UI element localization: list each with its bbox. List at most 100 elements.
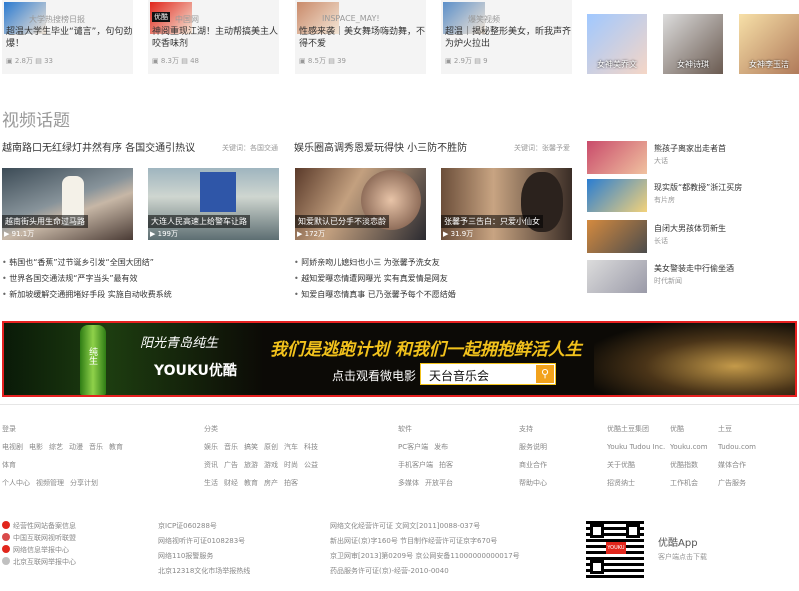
- footer-legal-link[interactable]: 京卫网审[2013]第0209号 京公网安备11000000000017号: [330, 550, 520, 562]
- topic-link[interactable]: 新加坡缓解交通拥堵好手段 实施自动收费系统: [2, 289, 172, 300]
- footer-column-heading[interactable]: 登录: [2, 420, 129, 438]
- footer-link[interactable]: Youku.com: [670, 443, 708, 451]
- footer-link[interactable]: 工作机会: [670, 479, 698, 487]
- footer-link[interactable]: 媒体合作: [718, 461, 746, 469]
- footer-link[interactable]: 优酷指数: [670, 461, 698, 469]
- side-video-thumbnail[interactable]: [587, 179, 647, 212]
- footer-link[interactable]: 分享计划: [70, 479, 98, 487]
- topic-headline-1[interactable]: 越南路口无红绿灯井然有序 各国交通引热议: [2, 139, 195, 154]
- footer-link[interactable]: Tudou.com: [718, 443, 756, 451]
- footer-link[interactable]: 音乐: [89, 443, 103, 451]
- footer-link[interactable]: 发布: [434, 443, 448, 451]
- side-video-thumbnail[interactable]: [587, 141, 647, 174]
- search-icon[interactable]: ⚲: [536, 365, 554, 383]
- footer-link[interactable]: 个人中心: [2, 479, 30, 487]
- footer-legal-link[interactable]: 药品服务许可证(京)-经营-2010-0040: [330, 565, 449, 577]
- footer-link[interactable]: 拍客: [439, 461, 453, 469]
- footer-link[interactable]: 公益: [304, 461, 318, 469]
- footer-link[interactable]: 体育: [2, 461, 16, 469]
- video-thumbnail[interactable]: 越南街头用生命过马路 ▶ 91.1万: [2, 168, 133, 240]
- topic-link[interactable]: 越知爱曝恋情遭网曝光 实有真爱情是网友: [294, 273, 448, 284]
- footer-link[interactable]: 汽车: [284, 443, 298, 451]
- avatar[interactable]: 女神诗琪: [663, 14, 723, 74]
- feed-card[interactable]: 爆笑视频 超温｜揭秘整形美女，昕我声齐为炉火拉出 ▣ 2.9万 ▤ 9: [441, 0, 572, 74]
- footer-link[interactable]: 搞笑: [244, 443, 258, 451]
- footer-badge-link[interactable]: 经营性网站备案信息: [2, 520, 76, 532]
- footer-link[interactable]: 手机客户端: [398, 461, 433, 469]
- avatar-label[interactable]: 女神李玉洁: [739, 59, 799, 70]
- footer-column-heading[interactable]: 支持: [519, 420, 553, 438]
- footer-link[interactable]: 电视剧: [2, 443, 23, 451]
- footer-link[interactable]: 娱乐: [204, 443, 218, 451]
- footer-link[interactable]: 帮助中心: [519, 479, 547, 487]
- footer-column-heading[interactable]: 优酷: [670, 420, 714, 438]
- video-thumbnail[interactable]: 张馨予三告白：只爱小仙女 ▶ 31.9万: [441, 168, 572, 240]
- footer-link[interactable]: 电影: [29, 443, 43, 451]
- topic-link[interactable]: 知爱自曝恋情真事 已乃张馨予每个不愿结婚: [294, 289, 456, 300]
- video-thumbnail[interactable]: 知爱默认已分手不淡恋龄 ▶ 172万: [295, 168, 426, 240]
- topic-keywords-2[interactable]: 关键词：张馨予爱: [514, 143, 570, 153]
- side-video-title[interactable]: 自闭大男孩体罚新生: [654, 223, 726, 234]
- footer-link[interactable]: 广告服务: [718, 479, 746, 487]
- qr-code-image[interactable]: YOUKU: [586, 520, 644, 578]
- footer-badge-link[interactable]: 网络信息举报中心: [2, 544, 69, 556]
- side-video-thumbnail[interactable]: [587, 220, 647, 253]
- footer-link[interactable]: 原创: [264, 443, 278, 451]
- footer-column-heading[interactable]: 软件: [398, 420, 459, 438]
- footer-legal-link[interactable]: 网络视听许可证0108283号: [158, 535, 245, 547]
- footer-link[interactable]: 房产: [264, 479, 278, 487]
- footer-link[interactable]: 视频管理: [36, 479, 64, 487]
- app-download-link[interactable]: 客户端点击下载: [658, 552, 707, 562]
- side-video-title[interactable]: 熊孩子离家出走者首: [654, 143, 726, 154]
- footer-link[interactable]: 时尚: [284, 461, 298, 469]
- feed-card[interactable]: INSPACE_MAY! 性感来袭｜美女舞场嗨劲舞，不得不爱 ▣ 8.5万 ▤ 39: [295, 0, 426, 74]
- footer-link[interactable]: 资讯: [204, 461, 218, 469]
- footer-column-heading[interactable]: 土豆: [718, 420, 762, 438]
- topic-headline-2[interactable]: 娱乐圈高调秀恩爱玩得快 小三防不胜防: [294, 139, 467, 154]
- footer-link[interactable]: 财经: [224, 479, 238, 487]
- card-title[interactable]: 性感来袭｜美女舞场嗨劲舞，不得不爱: [299, 26, 427, 50]
- card-source[interactable]: 大学热搜榜日报: [29, 14, 85, 25]
- banner-search-box[interactable]: 天台音乐会 ⚲: [420, 363, 556, 385]
- footer-link[interactable]: 教育: [244, 479, 258, 487]
- footer-link[interactable]: 游戏: [264, 461, 278, 469]
- avatar[interactable]: 女神李玉洁: [739, 14, 799, 74]
- avatar-label[interactable]: 女神诗琪: [663, 59, 723, 70]
- footer-link[interactable]: 科技: [304, 443, 318, 451]
- footer-link[interactable]: 拍客: [284, 479, 298, 487]
- footer-link[interactable]: 综艺: [49, 443, 63, 451]
- card-title[interactable]: 超温大学生毕业“谴言”，句句劲爆！: [6, 26, 134, 50]
- side-video-thumbnail[interactable]: [587, 260, 647, 293]
- footer-legal-link[interactable]: 网络文化经营许可证 文网文[2011]0088-037号: [330, 520, 480, 532]
- footer-legal-link[interactable]: 新出网证(京)字160号 节目制作经营许可证京字670号: [330, 535, 497, 547]
- footer-link[interactable]: 广告: [224, 461, 238, 469]
- topic-link[interactable]: 世界各国交通法规“严字当头”最有效: [2, 273, 137, 284]
- watch-film-link[interactable]: 点击观看微电影: [332, 367, 416, 384]
- footer-badge-link[interactable]: 北京互联网举报中心: [2, 556, 76, 568]
- footer-link[interactable]: 生活: [204, 479, 218, 487]
- side-video-title[interactable]: 现实版“都教授”浙江买房: [654, 182, 742, 193]
- footer-column-heading[interactable]: 优酷土豆集团: [607, 420, 671, 438]
- footer-link[interactable]: 服务说明: [519, 443, 547, 451]
- card-source[interactable]: INSPACE_MAY!: [322, 14, 380, 23]
- footer-link[interactable]: 开放平台: [425, 479, 453, 487]
- footer-link[interactable]: 多媒体: [398, 479, 419, 487]
- avatar[interactable]: 女神美乔文: [587, 14, 647, 74]
- feed-card[interactable]: 中国网 神阅重现江湖！主动帮搞美主人咬香味剂 ▣ 8.3万 ▤ 48 优酷: [148, 0, 279, 74]
- footer-badge-link[interactable]: 中国互联网视听联盟: [2, 532, 76, 544]
- card-title[interactable]: 超温｜揭秘整形美女，昕我声齐为炉火拉出: [445, 26, 573, 50]
- card-title[interactable]: 神阅重现江湖！主动帮搞美主人咬香味剂: [152, 26, 280, 50]
- footer-link[interactable]: 招贤纳士: [607, 479, 635, 487]
- side-video-title[interactable]: 美女警装走中行偷坐酒: [654, 263, 734, 274]
- footer-link[interactable]: Youku Tudou Inc.: [607, 443, 665, 451]
- app-title[interactable]: 优酷App: [658, 534, 698, 549]
- footer-legal-link[interactable]: 北京12318文化市场举报热线: [158, 565, 250, 577]
- footer-link[interactable]: 教育: [109, 443, 123, 451]
- footer-link[interactable]: 动漫: [69, 443, 83, 451]
- footer-legal-link[interactable]: 网络110报警服务: [158, 550, 213, 562]
- footer-link[interactable]: PC客户端: [398, 443, 428, 451]
- promo-banner[interactable]: 纯生 阳光青岛纯生 YOUKU优酷 我们是逃跑计划 和我们一起拥抱鲜活人生 点击…: [2, 321, 797, 397]
- footer-link[interactable]: 音乐: [224, 443, 238, 451]
- video-thumbnail[interactable]: 大连人民高速上给警车让路 ▶ 199万: [148, 168, 279, 240]
- footer-column-heading[interactable]: 分类: [204, 420, 324, 438]
